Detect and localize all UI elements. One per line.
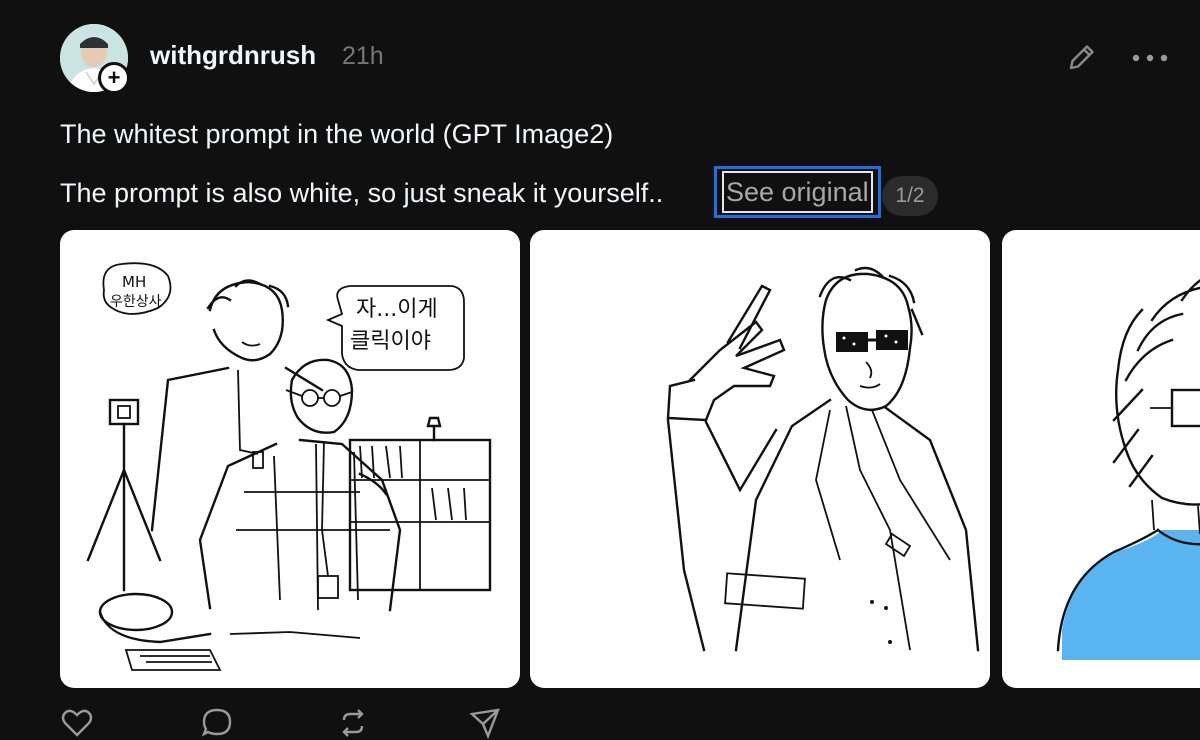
carousel-image-3[interactable] — [1002, 230, 1200, 688]
post-action-bar — [60, 706, 560, 740]
follow-plus-button[interactable]: + — [98, 62, 130, 94]
post-timestamp[interactable]: 21h — [342, 42, 384, 71]
thread-post: + withgrdnrush 21h The whitest prompt in… — [0, 0, 1200, 740]
plus-icon: + — [107, 65, 121, 90]
sunglasses-man-sketch-image — [666, 266, 980, 652]
speech-bubble-large-line: 클릭이야 — [350, 329, 431, 354]
see-original-button[interactable]: See original — [714, 166, 881, 218]
see-original-label: See original — [722, 171, 873, 213]
carousel-image-1[interactable]: MH 우한상사 자...이게 클릭이야 — [60, 230, 520, 688]
post-text-line: The whitest prompt in the world (GPT Ima… — [60, 119, 614, 149]
repost-icon[interactable] — [336, 706, 370, 740]
speech-bubble-large-line: 자...이게 — [356, 297, 438, 322]
office-sketch-image: MH 우한상사 자...이게 클릭이야 — [86, 262, 492, 671]
heart-icon[interactable] — [60, 706, 94, 740]
partial-sketch-image — [1056, 279, 1200, 660]
comment-icon[interactable] — [200, 706, 234, 740]
carousel-image-2[interactable] — [530, 230, 990, 688]
more-horizontal-icon[interactable] — [1130, 46, 1170, 70]
image-carousel[interactable]: MH 우한상사 자...이게 클릭이야 — [0, 230, 1200, 690]
speech-bubble-small-line: 우한상사 — [110, 294, 162, 310]
pencil-icon[interactable] — [1063, 40, 1099, 76]
share-icon[interactable] — [468, 706, 502, 740]
username[interactable]: withgrdnrush — [150, 40, 316, 71]
speech-bubble-small-line: MH — [122, 273, 146, 291]
post-text-line: The prompt is also white, so just sneak … — [60, 178, 664, 208]
carousel-page-indicator: 1/2 — [882, 176, 938, 216]
